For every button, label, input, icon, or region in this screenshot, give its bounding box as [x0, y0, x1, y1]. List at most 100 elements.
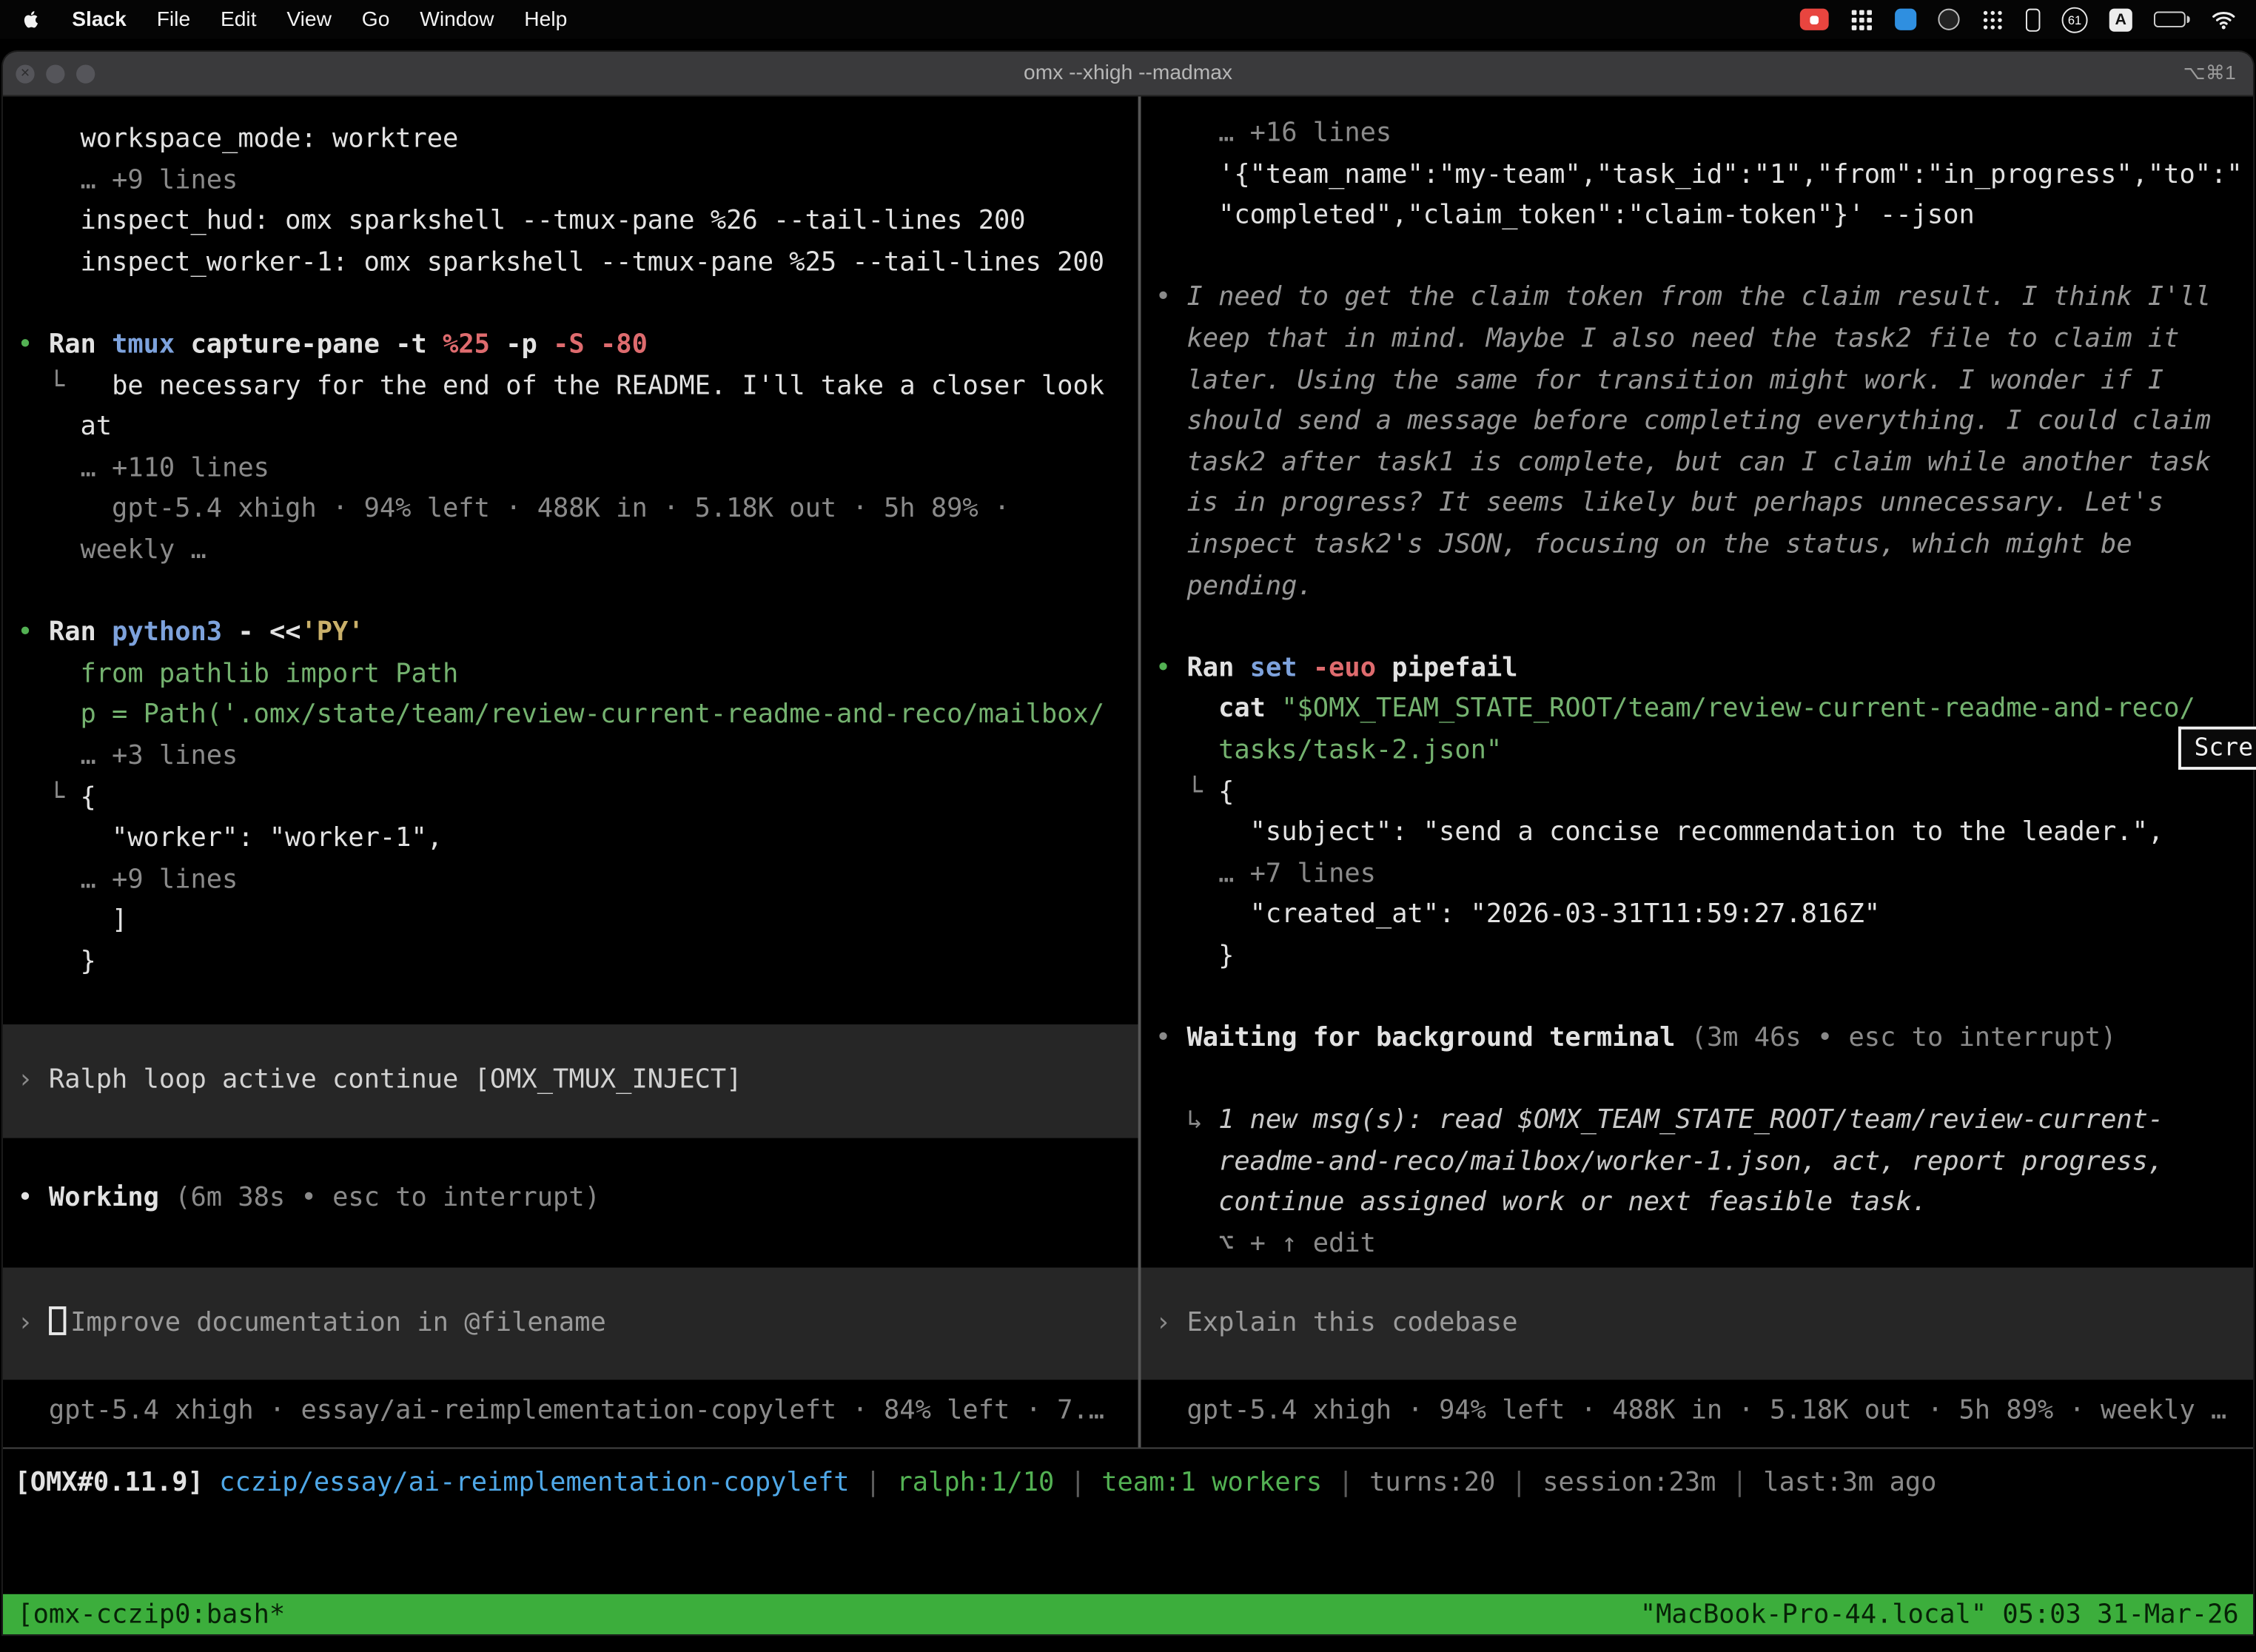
- menu-bar: Slack File Edit View Go Window Help 61 A: [0, 0, 2256, 38]
- text-segment: readme-and-reco/mailbox/worker-1.json, a…: [1155, 1146, 2163, 1177]
- text-segment: ]: [17, 905, 127, 936]
- text-segment: inspect task2's JSON, focusing on the st…: [1155, 529, 2132, 560]
- tmux-pane-left[interactable]: workspace_mode: worktree … +9 lines insp…: [3, 96, 1138, 1447]
- turns-counter: turns:20: [1369, 1468, 1495, 1498]
- text-segment: -S: [553, 329, 600, 360]
- text-segment: "$OMX_TEAM_STATE_ROOT/team/review-curren…: [1281, 694, 2195, 725]
- terminal-line: '{"team_name":"my-team","task_id":"1","f…: [1155, 155, 2253, 196]
- terminal-window: omx --xhigh --madmax ⌥⌘1 workspace_mode:…: [3, 52, 2253, 1634]
- compose-input-band[interactable]: › Explain this codebase: [1141, 1267, 2253, 1380]
- mailbox-message-line: continue assigned work or next feasible …: [1155, 1183, 2253, 1225]
- thinking-line: later. Using the same for transition mig…: [1155, 360, 2253, 402]
- right-pane-bottom: › Explain this codebase gpt-5.4 xhigh · …: [1155, 1267, 2253, 1447]
- apple-menu-icon[interactable]: [20, 9, 41, 30]
- text-segment: |: [1322, 1468, 1369, 1498]
- battery-icon[interactable]: [2154, 12, 2190, 27]
- text-segment: •: [17, 329, 49, 360]
- menu-edit[interactable]: Edit: [221, 8, 257, 31]
- thinking-line: pending.: [1155, 566, 2253, 608]
- app-grid-dots-icon[interactable]: [1981, 8, 2004, 31]
- dark-app-icon[interactable]: [1938, 9, 1959, 30]
- thinking-line: keep that in mind. Maybe I also need the…: [1155, 319, 2253, 360]
- wifi-icon[interactable]: [2212, 9, 2236, 30]
- text-segment: %25: [443, 329, 506, 360]
- working-label: Working: [49, 1183, 175, 1213]
- window-titlebar[interactable]: omx --xhigh --madmax ⌥⌘1: [3, 52, 2253, 96]
- phone-mirroring-icon[interactable]: [2026, 8, 2040, 31]
- tmux-pane-right[interactable]: … +16 lines '{"team_name":"my-team","tas…: [1141, 96, 2253, 1447]
- text-segment: •: [1155, 1023, 1187, 1053]
- text-segment: }: [17, 947, 95, 977]
- thinking-line: inspect task2's JSON, focusing on the st…: [1155, 525, 2253, 566]
- text-segment: Ran: [1187, 653, 1250, 683]
- waiting-label: Waiting for background terminal: [1187, 1023, 1691, 1053]
- text-segment: {: [1218, 776, 1234, 807]
- menu-file[interactable]: File: [157, 8, 190, 31]
- session-duration: session:23m: [1542, 1468, 1716, 1498]
- text-segment: from pathlib import Path: [17, 659, 458, 689]
- terminal-line: └ {: [17, 778, 1138, 819]
- blue-app-icon[interactable]: [1895, 9, 1916, 30]
- terminal-line: weekly …: [17, 531, 1138, 572]
- text-segment: inspect_hud: omx sparkshell --tmux-pane …: [17, 206, 1025, 236]
- text-segment: └: [1155, 776, 1218, 807]
- text-segment: |: [1716, 1468, 1763, 1498]
- desktop-screen: Slack File Edit View Go Window Help 61 A: [0, 0, 2256, 1652]
- omx-status-line: [OMX#0.11.9] cczip/essay/ai-reimplementa…: [14, 1463, 2253, 1505]
- tmux-session-info: [omx-cczip0:bash*: [17, 1599, 285, 1630]
- text-segment: at: [17, 412, 112, 442]
- text-segment: task2 after task1 is complete, but can I…: [1155, 447, 2211, 477]
- input-source-icon[interactable]: A: [2109, 8, 2132, 31]
- model-status-right: gpt-5.4 xhigh · 94% left · 488K in · 5.1…: [1155, 1396, 2226, 1426]
- text-segment: gpt-5.4 xhigh · 94% left · 488K in · 5.1…: [17, 494, 1010, 524]
- terminal-line: tasks/task-2.json": [1155, 731, 2253, 772]
- compose-input-band[interactable]: › Improve documentation in @filename: [3, 1267, 1138, 1380]
- working-status-line: • Working (6m 38s • esc to interrupt): [17, 1179, 1138, 1220]
- ralph-loop-band[interactable]: › Ralph loop active continue [OMX_TMUX_I…: [3, 1024, 1138, 1138]
- ralph-loop-message: Ralph loop active continue [OMX_TMUX_INJ…: [49, 1065, 742, 1095]
- notification-tooltip[interactable]: Scre: [2178, 727, 2256, 770]
- text-segment: … +7 lines: [1155, 859, 1376, 889]
- text-segment: 1 new msg(s): read $OMX_TEAM_STATE_ROOT/…: [1218, 1105, 2163, 1135]
- text-segment: I need to get the claim token from the c…: [1187, 283, 2212, 313]
- text-segment: ›: [17, 1065, 49, 1095]
- terminal-line: "worker": "worker-1",: [17, 819, 1138, 860]
- text-segment: tmux: [112, 329, 190, 360]
- text-segment: weekly …: [17, 535, 206, 565]
- text-segment: }: [1155, 941, 1234, 971]
- terminal-line: └ {: [1155, 772, 2253, 813]
- text-segment: capture-pane: [191, 329, 396, 360]
- text-segment: should send a message before completing …: [1155, 406, 2211, 436]
- menu-help[interactable]: Help: [524, 8, 567, 31]
- screen-recording-icon[interactable]: [1800, 9, 1829, 30]
- terminal-line: … +7 lines: [1155, 854, 2253, 896]
- ralph-counter: ralph:1/10: [896, 1468, 1054, 1498]
- keypad-grid-icon[interactable]: [1850, 8, 1873, 31]
- terminal-line: … +9 lines: [17, 860, 1138, 901]
- menu-bar-status-icons: 61 A: [1800, 7, 2256, 33]
- notification-tooltip-text: Scre: [2195, 733, 2254, 762]
- thinking-line: is in progress? It seems likely but perh…: [1155, 484, 2253, 526]
- battery-percentage-badge[interactable]: 61: [2062, 7, 2088, 33]
- menu-window[interactable]: Window: [420, 8, 494, 31]
- blank-line: [1155, 237, 2253, 278]
- text-segment: … +9 lines: [17, 864, 238, 895]
- terminal-line: }: [1155, 936, 2253, 978]
- text-segment: - <<: [222, 617, 301, 648]
- menu-bar-left: Slack File Edit View Go Window Help: [0, 8, 567, 31]
- menu-app-name[interactable]: Slack: [72, 8, 127, 31]
- terminal-line: └ be necessary for the end of the README…: [17, 366, 1138, 408]
- menu-go[interactable]: Go: [362, 8, 390, 31]
- terminal-line: workspace_mode: worktree: [17, 119, 1138, 161]
- terminal-line: cat "$OMX_TEAM_STATE_ROOT/team/review-cu…: [1155, 690, 2253, 731]
- text-segment: |: [850, 1468, 897, 1498]
- terminal-line: }: [17, 942, 1138, 984]
- terminal-line: "created_at": "2026-03-31T11:59:27.816Z": [1155, 896, 2253, 937]
- tmux-status-bar: [omx-cczip0:bash* "MacBook-Pro-44.local"…: [3, 1594, 2253, 1634]
- text-segment: └: [17, 371, 80, 401]
- terminal-line: from pathlib import Path: [17, 654, 1138, 696]
- waiting-timer: (3m 46s • esc to interrupt): [1691, 1023, 2117, 1053]
- text-segment: ↳: [1155, 1105, 1218, 1135]
- menu-view[interactable]: View: [286, 8, 332, 31]
- text-segment: pending.: [1155, 571, 1313, 601]
